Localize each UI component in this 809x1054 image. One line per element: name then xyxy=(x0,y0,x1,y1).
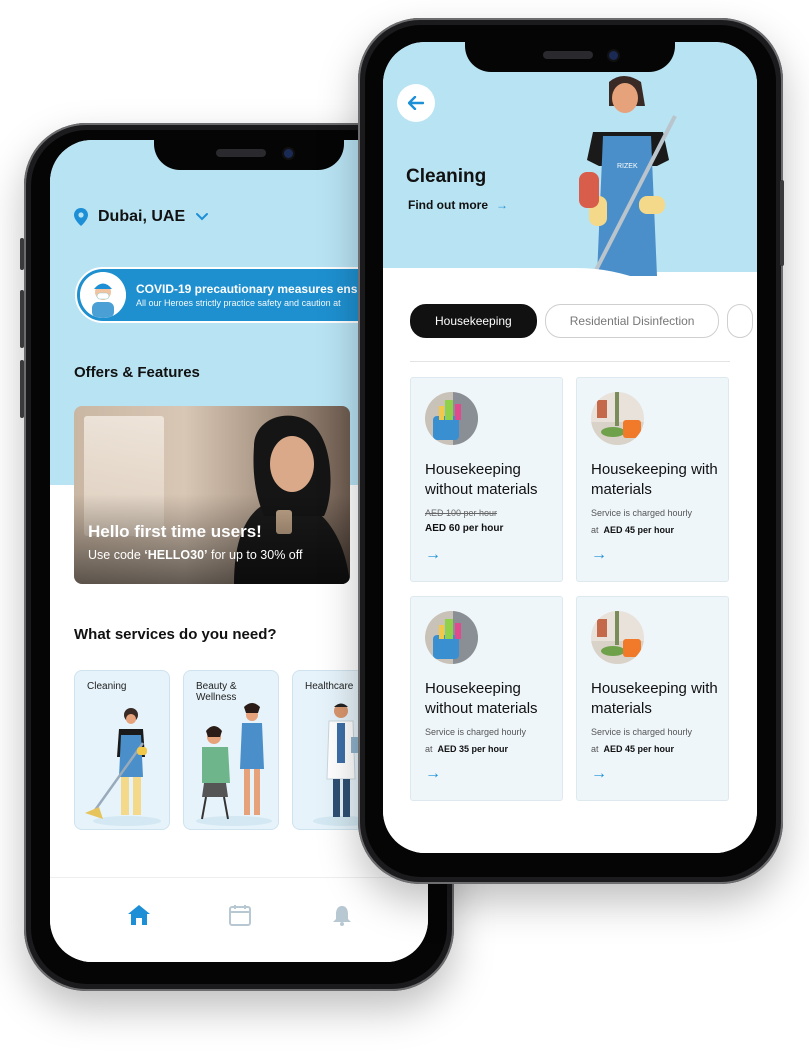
price-line: at AED 45 per hour xyxy=(591,744,675,754)
find-out-more-link[interactable]: Find out more → xyxy=(408,198,508,212)
price-line: at AED 35 per hour xyxy=(425,744,509,754)
promo-code: ‘HELLO30’ xyxy=(144,548,208,562)
price-note: Service is charged hourly xyxy=(425,727,527,737)
covid-title: COVID-19 precautionary measures ensur xyxy=(136,282,370,296)
arrow-right-icon[interactable]: → xyxy=(591,765,607,783)
mop-bucket-thumbnail xyxy=(591,611,644,664)
cleaning-supplies-thumbnail xyxy=(425,392,478,445)
location-label: Dubai, UAE xyxy=(98,208,186,225)
offer-heading: Hello first time users! xyxy=(88,522,262,541)
arrow-right-icon[interactable]: → xyxy=(425,765,441,783)
arrow-right-icon[interactable]: → xyxy=(591,546,607,564)
volume-up-button xyxy=(20,290,24,348)
service-card[interactable]: Housekeeping with materials Service is c… xyxy=(576,596,729,801)
offers-title: Offers & Features xyxy=(74,364,200,381)
mute-switch xyxy=(20,238,24,270)
bell-icon[interactable] xyxy=(331,904,353,926)
svg-text:RIZEK: RIZEK xyxy=(617,163,638,170)
service-label: Beauty & Wellness xyxy=(196,681,237,703)
category-tabs: Housekeeping Residential Disinfection xyxy=(410,304,754,338)
service-card-cleaning[interactable]: Cleaning xyxy=(74,670,170,830)
service-name: Housekeeping with materials xyxy=(591,461,718,498)
hero-avatar xyxy=(80,272,126,318)
covid-subtitle: All our Heroes strictly practice safety … xyxy=(136,298,341,308)
price-line: at AED 45 per hour xyxy=(591,525,675,535)
notch xyxy=(465,42,675,72)
cleaner-hero-illustration: RIZEK xyxy=(579,76,677,276)
price-note: Service is charged hourly xyxy=(591,508,693,518)
service-card[interactable]: Housekeeping without materials AED 100 p… xyxy=(410,377,563,582)
page-title: Cleaning xyxy=(406,166,487,187)
cleaner-illustration xyxy=(85,708,161,826)
bottom-nav xyxy=(50,877,428,962)
cleaning-hero-background xyxy=(383,42,757,272)
find-out-more-label: Find out more xyxy=(408,198,488,212)
chevron-down-icon xyxy=(196,213,209,221)
power-button xyxy=(780,180,784,266)
tab-residential-disinfection[interactable]: Residential Disinfection xyxy=(544,304,720,338)
tab-more[interactable] xyxy=(727,304,754,338)
volume-down-button xyxy=(20,360,24,418)
back-button[interactable] xyxy=(397,84,435,122)
offer-card[interactable]: Hello first time users! Use code ‘HELLO3… xyxy=(74,406,350,584)
service-label: Cleaning xyxy=(87,681,127,692)
service-card-beauty[interactable]: Beauty & Wellness xyxy=(183,670,279,830)
price: AED 35 per hour xyxy=(437,744,509,754)
price: AED 60 per hour xyxy=(425,523,504,534)
services-title: What services do you need? xyxy=(74,626,277,643)
service-card[interactable]: Housekeeping with materials Service is c… xyxy=(576,377,729,582)
beauty-illustration xyxy=(196,703,272,826)
arrow-left-icon xyxy=(408,96,424,110)
price: AED 45 per hour xyxy=(603,744,675,754)
old-price: AED 100 per hour xyxy=(425,508,498,518)
notch xyxy=(154,140,344,170)
divider xyxy=(410,361,730,362)
home-icon[interactable] xyxy=(127,904,151,926)
location-selector[interactable]: Dubai, UAE xyxy=(74,208,209,226)
cleaning-screen: RIZEK Cleaning Find out more → Housekeep… xyxy=(383,42,757,853)
service-card[interactable]: Housekeeping without materials Service i… xyxy=(410,596,563,801)
mop-bucket-thumbnail xyxy=(591,392,644,445)
cleaning-supplies-thumbnail xyxy=(425,611,478,664)
service-name: Housekeeping without materials xyxy=(425,461,538,498)
calendar-icon[interactable] xyxy=(228,904,252,926)
price: AED 45 per hour xyxy=(603,525,675,535)
price-note: Service is charged hourly xyxy=(591,727,693,737)
tab-housekeeping[interactable]: Housekeeping xyxy=(410,304,537,338)
service-name: Housekeeping without materials xyxy=(425,680,538,717)
arrow-right-icon: → xyxy=(496,198,508,212)
service-name: Housekeeping with materials xyxy=(591,680,718,717)
arrow-right-icon[interactable]: → xyxy=(425,546,441,564)
location-pin-icon xyxy=(74,208,88,226)
offer-text: Use code ‘HELLO30’ for up to 30% off xyxy=(88,548,303,562)
